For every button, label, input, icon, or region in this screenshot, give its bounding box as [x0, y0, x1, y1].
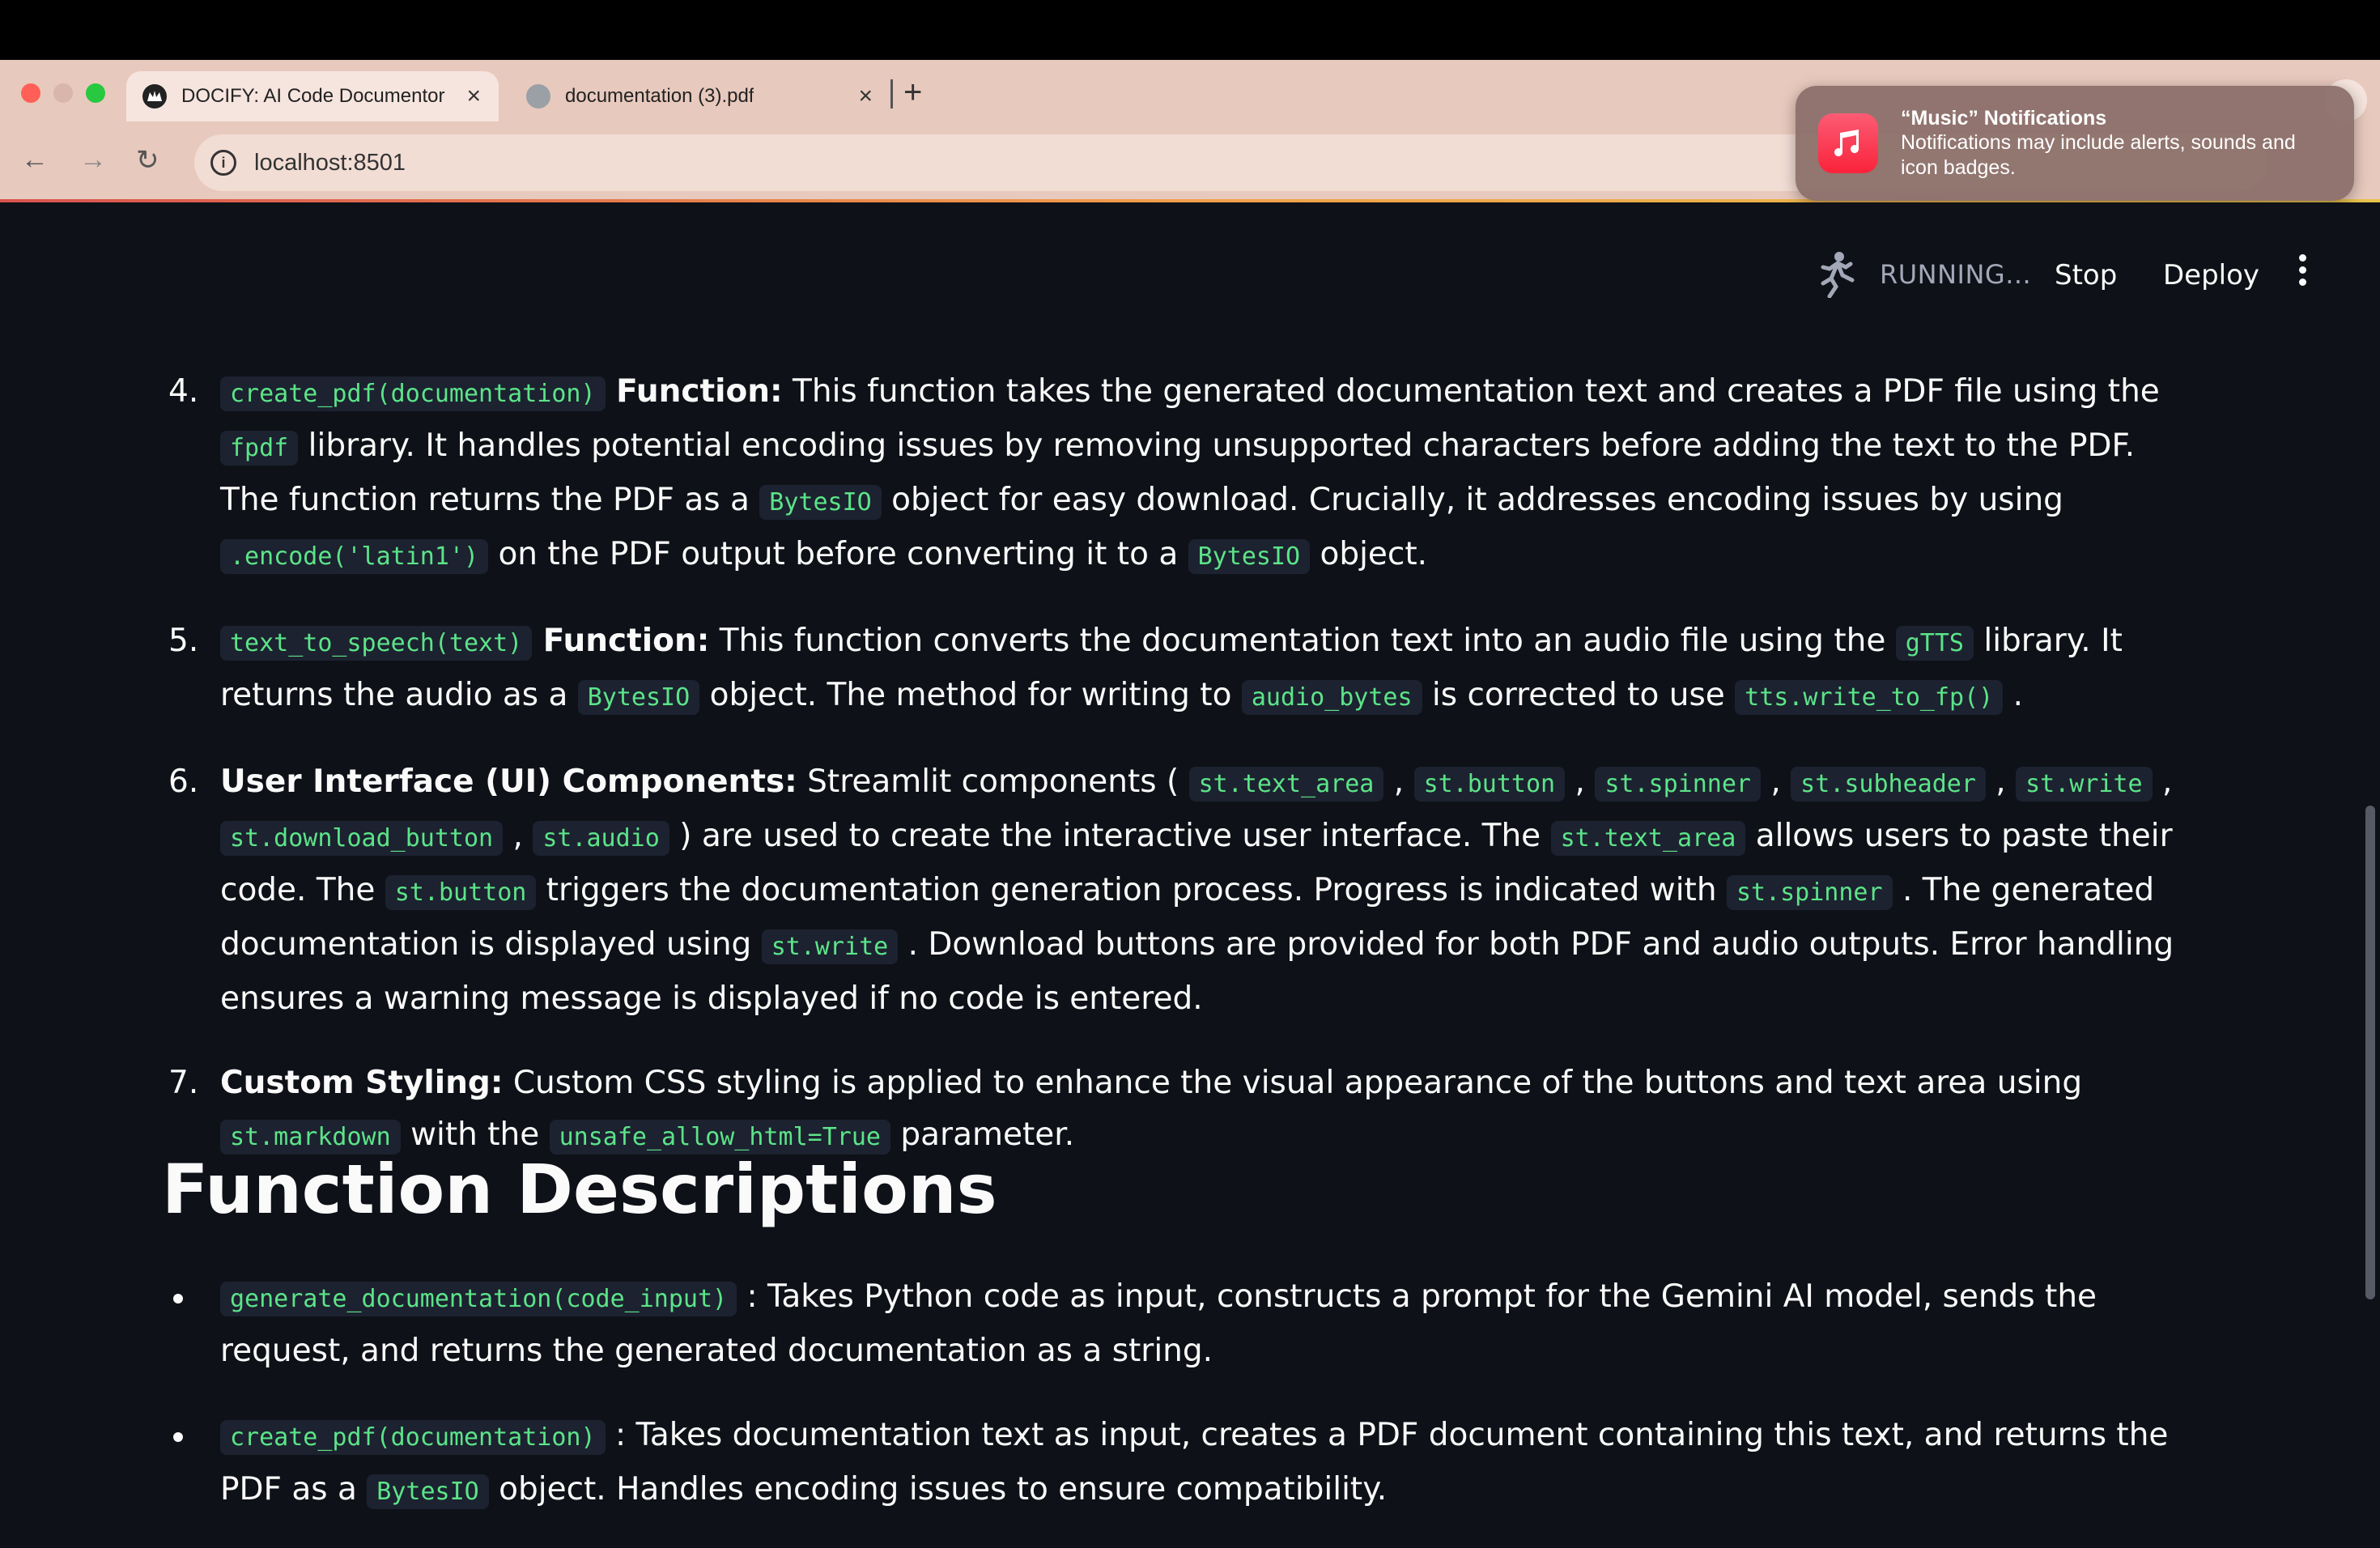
inline-code: fpdf — [220, 431, 299, 466]
inline-code: st.write — [761, 929, 899, 964]
inline-code: st.button — [385, 875, 537, 910]
forward-arrow-icon[interactable]: → — [79, 144, 107, 176]
body-text: parameter. — [890, 1116, 1075, 1153]
list-number: 4. — [168, 373, 199, 410]
bullet-dot-icon — [173, 1432, 183, 1442]
url-text: localhost:8501 — [254, 149, 406, 176]
notification-title: “Music” Notifications — [1901, 106, 2107, 130]
body-text: , — [1985, 763, 2017, 800]
streamlit-header: RUNNING... Stop Deploy — [0, 202, 2380, 348]
inline-code: text_to_speech(text) — [220, 626, 533, 661]
tab-divider — [890, 79, 893, 108]
list-number: 5. — [168, 623, 199, 659]
inline-code: .encode('latin1') — [220, 539, 489, 574]
inline-code: st.spinner — [1726, 875, 1893, 910]
body-text: , — [503, 818, 533, 854]
list-number: 7. — [168, 1065, 199, 1101]
inline-code: BytesIO — [759, 485, 882, 520]
streamlit-app: 4. create_pdf(documentation) Function: Th… — [0, 202, 2380, 1548]
section-heading: Function Descriptions — [162, 1150, 997, 1229]
inline-code: BytesIO — [1188, 539, 1311, 574]
inline-code: st.button — [1413, 767, 1566, 802]
scrollbar-thumb[interactable] — [2365, 806, 2375, 1299]
zoom-window-button[interactable] — [86, 83, 105, 103]
numbered-list: 4. create_pdf(documentation) Function: Th… — [168, 366, 2204, 1196]
new-tab-icon[interactable]: + — [903, 74, 922, 111]
deploy-button[interactable]: Deploy — [2163, 259, 2259, 291]
list-item: 4. create_pdf(documentation) Function: Th… — [168, 366, 2204, 583]
bold-label: Function: — [605, 373, 783, 410]
body-text: on the PDF output before converting it t… — [488, 536, 1188, 572]
tab-title: DOCIFY: AI Code Documentor — [181, 85, 445, 107]
tab-title: documentation (3).pdf — [565, 85, 754, 107]
inline-code: create_pdf(documentation) — [220, 376, 606, 411]
bold-label: Custom Styling: — [220, 1065, 504, 1101]
list-number: 6. — [168, 763, 199, 800]
reload-icon[interactable]: ↻ — [136, 144, 159, 176]
body-text: Streamlit components ( — [797, 763, 1189, 800]
list-item: 6. User Interface (UI) Components: Stream… — [168, 756, 2204, 1025]
globe-icon — [526, 84, 550, 108]
body-text: with the — [400, 1116, 550, 1153]
music-app-icon — [1818, 113, 1878, 173]
body-text: object for easy download. Crucially, it … — [881, 482, 2063, 518]
body-text: object. — [1310, 536, 1428, 572]
back-arrow-icon[interactable]: ← — [21, 144, 49, 176]
notification-body: Notifications may include alerts, sounds… — [1901, 130, 2296, 179]
inline-code: BytesIO — [577, 680, 700, 715]
body-text: ) are used to create the interactive use… — [669, 818, 1551, 854]
inline-code: gTTS — [1895, 626, 1974, 661]
inline-code: st.download_button — [220, 821, 504, 856]
inline-code: st.text_area — [1188, 767, 1384, 802]
close-window-button[interactable] — [21, 83, 40, 103]
inline-code: generate_documentation(code_input) — [220, 1282, 737, 1316]
running-status: RUNNING... — [1880, 259, 2032, 290]
inline-code: audio_bytes — [1241, 680, 1422, 715]
bold-label: Function: — [532, 623, 710, 659]
list-item: generate_documentation(code_input) : Tak… — [173, 1271, 2204, 1377]
body-text: , — [1760, 763, 1791, 800]
inline-code: st.subheader — [1791, 767, 1986, 802]
body-text: This function takes the generated docume… — [782, 373, 2160, 410]
tab-docify[interactable]: DOCIFY: AI Code Documentor × — [126, 71, 499, 121]
list-item: 7. Custom Styling: Custom CSS styling is … — [168, 1057, 2204, 1163]
body-text: object. Handles encoding issues to ensur… — [488, 1471, 1388, 1508]
list-item: create_pdf(documentation) : Takes docume… — [173, 1410, 2204, 1518]
body-text: is corrected to use — [1422, 677, 1736, 713]
body-text: Custom CSS styling is applied to enhance… — [503, 1065, 2083, 1101]
main-menu-icon[interactable] — [2294, 254, 2310, 291]
bullet-dot-icon — [173, 1294, 183, 1303]
body-text: , — [1565, 763, 1596, 800]
body-text: . — [2003, 677, 2024, 713]
minimize-window-button[interactable] — [53, 83, 73, 103]
close-tab-icon[interactable]: × — [466, 83, 481, 110]
inline-code: BytesIO — [367, 1474, 489, 1509]
body-text: triggers the documentation generation pr… — [536, 872, 1727, 908]
inline-code: tts.write_to_fp() — [1735, 680, 2004, 715]
menu-bar — [0, 0, 2380, 60]
music-notification[interactable]: “Music” Notifications Notifications may … — [1796, 86, 2354, 201]
list-item: 5. text_to_speech(text) Function: This fu… — [168, 615, 2204, 724]
body-text: , — [2152, 763, 2173, 800]
inline-code: st.spinner — [1595, 767, 1761, 802]
inline-code: st.text_area — [1550, 821, 1746, 856]
inline-code: st.audio — [533, 821, 669, 856]
bold-label: User Interface (UI) Components: — [220, 763, 797, 800]
tab-pdf[interactable]: documentation (3).pdf × — [510, 71, 890, 121]
close-tab-icon[interactable]: × — [858, 83, 873, 110]
body-text: object. The method for writing to — [699, 677, 1242, 713]
running-man-icon — [1818, 251, 1857, 301]
stop-button[interactable]: Stop — [2055, 259, 2117, 291]
inline-code: st.write — [2016, 767, 2153, 802]
body-text: , — [1383, 763, 1414, 800]
bullet-list: generate_documentation(code_input) : Tak… — [173, 1271, 2204, 1548]
site-info-icon[interactable]: i — [210, 150, 236, 176]
inline-code: create_pdf(documentation) — [220, 1420, 606, 1455]
streamlit-favicon-icon — [142, 84, 167, 108]
body-text: This function converts the documentation… — [709, 623, 1896, 659]
